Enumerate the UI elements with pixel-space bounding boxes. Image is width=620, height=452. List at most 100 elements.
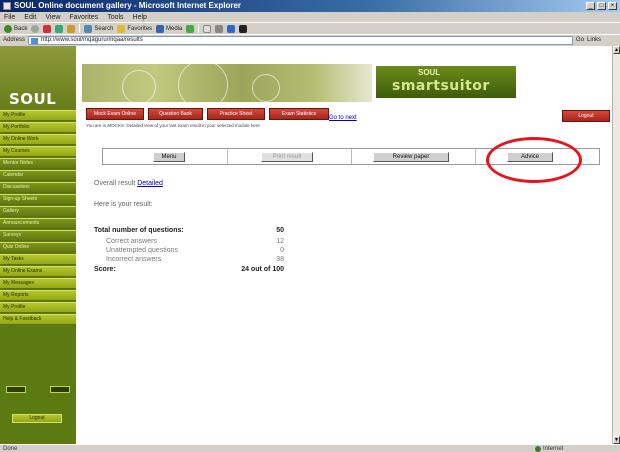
- nav-item[interactable]: My Online Exams: [0, 266, 76, 277]
- maximize-button[interactable]: □: [597, 2, 606, 10]
- nav-item[interactable]: My Messages: [0, 278, 76, 289]
- detailed-link[interactable]: Detailed: [137, 180, 163, 187]
- result-intro: Here is your result:: [94, 201, 153, 208]
- menu-help[interactable]: Help: [133, 14, 147, 21]
- favorites-label: Favorites: [127, 25, 153, 32]
- result-row-incorrect: Incorrect answers 38: [94, 256, 284, 265]
- window-controls: _ □ ×: [586, 2, 617, 10]
- nav-item[interactable]: Calendar: [0, 170, 76, 181]
- tab-mock-exam[interactable]: Mock Exam Online: [86, 108, 144, 120]
- menu-favorites[interactable]: Favorites: [69, 14, 98, 21]
- home-icon: [67, 24, 76, 33]
- menu-view[interactable]: View: [45, 14, 60, 21]
- nav-item[interactable]: Discussions: [0, 182, 76, 193]
- forward-button[interactable]: [31, 24, 40, 34]
- overall-result: Overall result Detailed: [94, 180, 163, 187]
- menu-bar: File Edit View Favorites Tools Help: [0, 12, 620, 22]
- edit-button[interactable]: [227, 24, 236, 34]
- result-value: 24 out of 100: [241, 266, 284, 273]
- result-row-correct: Correct answers 12: [94, 238, 284, 247]
- back-button[interactable]: Back: [4, 24, 27, 34]
- menu-file[interactable]: File: [4, 14, 15, 21]
- result-value: 50: [276, 227, 284, 234]
- print-button[interactable]: [215, 24, 224, 34]
- nav-item[interactable]: Announcements: [0, 218, 76, 229]
- history-icon: [186, 24, 195, 33]
- result-label: Total number of questions:: [94, 227, 184, 234]
- menu-edit[interactable]: Edit: [24, 14, 36, 21]
- nav-item[interactable]: My Portfolio: [0, 122, 76, 133]
- search-label: Search: [94, 25, 114, 32]
- left-navigation: SOUL My Profile My Portfolio My Online W…: [0, 46, 76, 444]
- banner-decoration: [252, 74, 280, 102]
- search-button[interactable]: Search: [84, 24, 113, 34]
- edit-icon: [227, 24, 236, 33]
- nav-logout-button[interactable]: Logout: [12, 414, 62, 423]
- menu-button[interactable]: Menu: [153, 152, 185, 162]
- mail-button[interactable]: [203, 24, 212, 34]
- nav-item[interactable]: Surveys: [0, 230, 76, 241]
- nav-item[interactable]: Quiz Online: [0, 242, 76, 253]
- nav-item[interactable]: Mentor Notes: [0, 158, 76, 169]
- nav-item[interactable]: My Tasks: [0, 254, 76, 265]
- nav-item[interactable]: Help & Feedback: [0, 314, 76, 325]
- history-button[interactable]: [186, 24, 195, 34]
- result-row-score: Score: 24 out of 100: [94, 266, 284, 275]
- nav-prev-button[interactable]: [6, 386, 26, 393]
- stop-icon: [43, 24, 52, 33]
- address-label: Address: [3, 37, 26, 43]
- discuss-icon: [239, 24, 248, 33]
- next-link[interactable]: Go to next: [329, 115, 357, 121]
- result-value: 38: [276, 256, 284, 263]
- page-content: SOUL My Profile My Portfolio My Online W…: [0, 46, 612, 444]
- address-input[interactable]: http://www.soul/mqaguru/mqaa/results: [28, 35, 574, 45]
- media-label: Media: [166, 25, 183, 32]
- nav-item[interactable]: My Profile: [0, 110, 76, 121]
- stop-button[interactable]: [43, 24, 52, 34]
- scroll-up-icon[interactable]: ▲: [613, 46, 620, 54]
- search-icon: [84, 24, 93, 33]
- minimize-button[interactable]: _: [586, 2, 595, 10]
- nav-item[interactable]: Gallery: [0, 206, 76, 217]
- address-value: http://www.soul/mqaguru/mqaa/results: [41, 36, 143, 43]
- print-result-button[interactable]: Print result: [261, 152, 313, 162]
- review-paper-button[interactable]: Review paper: [373, 152, 449, 162]
- links-button[interactable]: Links: [587, 37, 601, 43]
- printer-icon: [215, 24, 224, 33]
- discuss-button[interactable]: [239, 24, 248, 34]
- go-button[interactable]: Go: [576, 37, 584, 43]
- nav-item[interactable]: Sign-up Sheets: [0, 194, 76, 205]
- menu-tools[interactable]: Tools: [107, 14, 123, 21]
- soul-logo: SOUL: [0, 46, 76, 110]
- banner-graphic: [82, 60, 372, 110]
- close-button[interactable]: ×: [608, 2, 617, 10]
- nav-next-button[interactable]: [50, 386, 70, 393]
- internet-zone-icon: [535, 446, 541, 452]
- tab-practice-sheet[interactable]: Practice Sheet: [207, 108, 265, 120]
- status-bar: Done Internet: [0, 444, 620, 452]
- banner-decoration: [122, 70, 156, 104]
- home-button[interactable]: [67, 24, 76, 34]
- media-button[interactable]: Media: [156, 24, 182, 34]
- nav-item[interactable]: My Reports: [0, 290, 76, 301]
- window-title: SOUL Online document gallery - Microsoft…: [14, 1, 241, 10]
- status-text: Done: [3, 445, 18, 452]
- tab-exam-statistics[interactable]: Exam Statistics: [269, 108, 329, 120]
- vertical-scrollbar[interactable]: ▲ ▼: [612, 46, 620, 444]
- logout-button[interactable]: Logout: [562, 110, 610, 122]
- refresh-button[interactable]: [55, 24, 64, 34]
- nav-item[interactable]: My Profile: [0, 302, 76, 313]
- nav-item[interactable]: My Courses: [0, 146, 76, 157]
- back-arrow-icon: [4, 24, 12, 33]
- header-banner: SOUL smartsuitor: [76, 46, 612, 110]
- page-icon: [31, 37, 39, 44]
- tab-question-bank[interactable]: Question Bank: [148, 108, 203, 120]
- scroll-down-icon[interactable]: ▼: [613, 436, 620, 444]
- address-bar: Address http://www.soul/mqaguru/mqaa/res…: [0, 34, 620, 45]
- forward-arrow-icon: [31, 24, 40, 33]
- zone-label: Internet: [543, 446, 564, 452]
- favorites-button[interactable]: Favorites: [117, 24, 152, 34]
- advice-button[interactable]: Advice: [507, 152, 553, 162]
- banner-decoration: [178, 60, 228, 110]
- nav-item[interactable]: My Online Work: [0, 134, 76, 145]
